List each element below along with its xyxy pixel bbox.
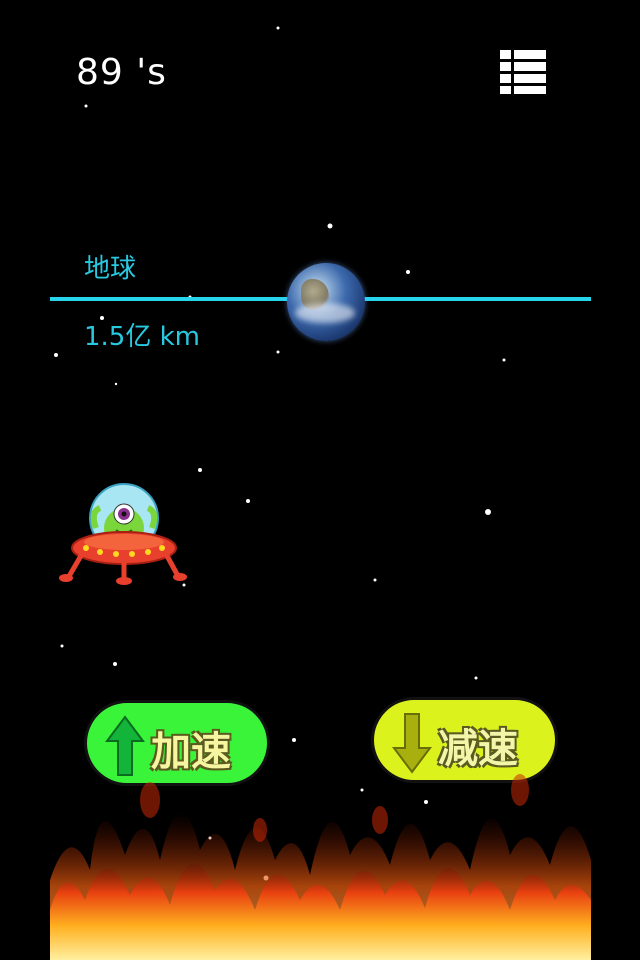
planet-distance: 1.5亿 km bbox=[84, 322, 200, 352]
planet-name: 地球 bbox=[84, 254, 137, 284]
list-menu-icon bbox=[500, 50, 546, 94]
fire-icon bbox=[50, 774, 591, 960]
star bbox=[276, 350, 280, 354]
star bbox=[54, 353, 58, 357]
menu-button[interactable] bbox=[500, 50, 546, 94]
star bbox=[474, 676, 478, 680]
star bbox=[114, 382, 118, 386]
star bbox=[84, 104, 88, 108]
star bbox=[406, 270, 410, 274]
star bbox=[246, 499, 250, 503]
star bbox=[502, 358, 506, 362]
star bbox=[373, 578, 377, 582]
star bbox=[327, 223, 333, 229]
star bbox=[292, 738, 296, 742]
star bbox=[276, 26, 280, 30]
earth-icon bbox=[287, 263, 365, 341]
star bbox=[113, 662, 117, 666]
elapsed-time-counter: 89 's bbox=[76, 52, 167, 93]
star bbox=[60, 644, 64, 648]
ufo-alien-icon bbox=[59, 483, 187, 585]
star bbox=[198, 468, 202, 472]
star bbox=[485, 509, 491, 515]
